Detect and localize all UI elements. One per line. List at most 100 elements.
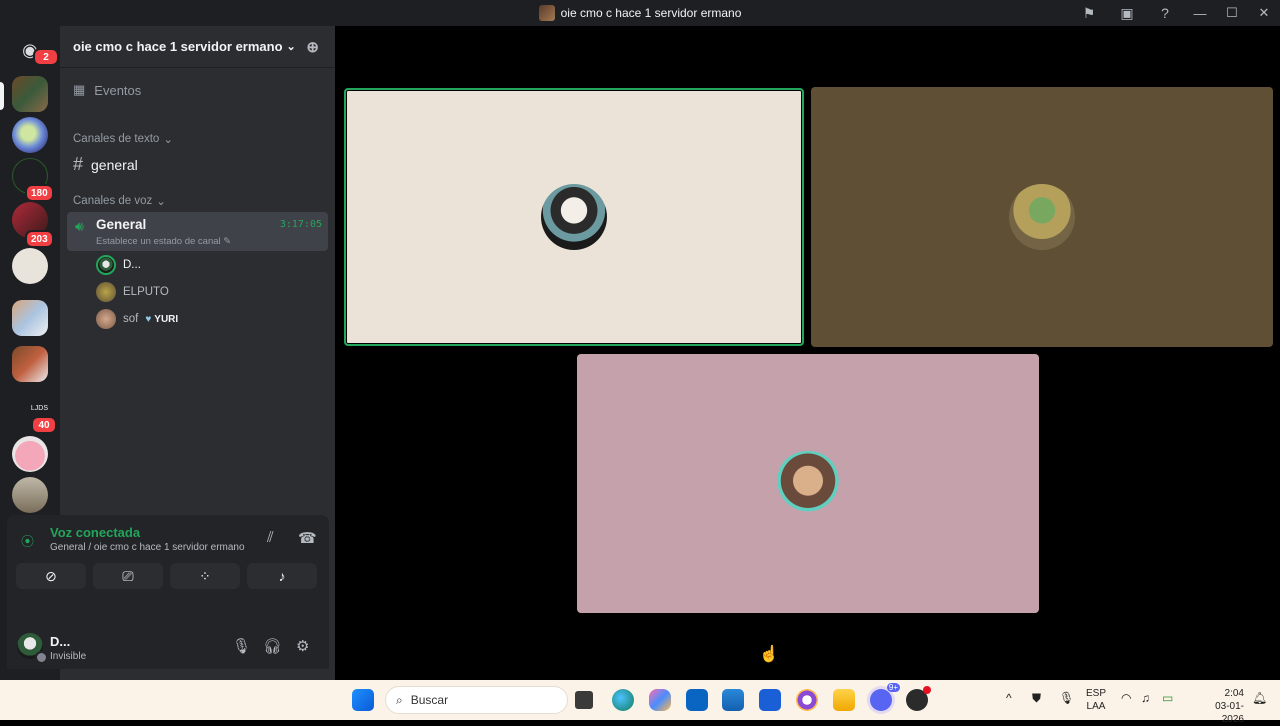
layout-code: LAA bbox=[1086, 701, 1106, 712]
activities-icon: ⁘ bbox=[199, 567, 211, 584]
voice-channel-name: General bbox=[96, 217, 147, 232]
disconnect-icon[interactable]: ☎ bbox=[298, 529, 317, 547]
chevron-down-icon: ⌄ bbox=[163, 134, 173, 146]
selected-server-pill bbox=[0, 82, 4, 110]
inbox-icon[interactable]: ▣ bbox=[1108, 0, 1146, 26]
participant-tile[interactable] bbox=[344, 88, 804, 346]
participant-tile[interactable] bbox=[577, 354, 1039, 613]
microphone-tray-icon[interactable]: 🎙︎ bbox=[1059, 692, 1074, 705]
copilot-icon[interactable] bbox=[649, 689, 671, 711]
close-button[interactable]: ✕ bbox=[1248, 0, 1280, 26]
title-bar: oie cmo c hace 1 servidor ermano ⚑ ▣ ? —… bbox=[0, 0, 1280, 26]
events-item[interactable]: ▦ Eventos bbox=[73, 82, 141, 98]
window-title: oie cmo c hace 1 servidor ermano bbox=[560, 6, 742, 20]
store-icon[interactable] bbox=[722, 689, 744, 711]
call-timer: 3:17:05 bbox=[279, 219, 322, 230]
activities-button[interactable]: ⁘ bbox=[170, 563, 240, 589]
server-badge: 180 bbox=[25, 184, 54, 202]
search-placeholder: Buscar bbox=[410, 693, 449, 707]
soundboard-icon: ♪ bbox=[278, 568, 286, 584]
screen-share-icon: ⎚ bbox=[122, 567, 134, 584]
task-view-icon[interactable] bbox=[575, 691, 593, 709]
server-icon-current[interactable] bbox=[12, 76, 48, 112]
category-text-channels[interactable]: Canales de texto ⌄ bbox=[73, 132, 173, 146]
gear-icon[interactable]: ⚙ bbox=[296, 637, 309, 655]
screen-share-button[interactable]: ⎚ bbox=[93, 563, 163, 589]
voice-member[interactable]: D... bbox=[96, 255, 141, 275]
windows-start-icon[interactable] bbox=[352, 689, 374, 711]
obs-icon[interactable] bbox=[906, 686, 931, 711]
edge-icon[interactable] bbox=[612, 689, 634, 711]
chevron-down-icon: ⌄ bbox=[156, 196, 166, 208]
help-icon[interactable]: ? bbox=[1146, 0, 1184, 26]
calendar-icon: ▦ bbox=[73, 82, 86, 97]
headphones-icon[interactable]: 🎧︎ bbox=[263, 637, 282, 655]
participant-tile[interactable] bbox=[811, 87, 1273, 347]
avatar bbox=[96, 309, 116, 329]
server-icon-pig[interactable] bbox=[12, 436, 48, 472]
chevron-up-icon[interactable]: ^ bbox=[1006, 692, 1012, 705]
recording-dot bbox=[923, 686, 931, 694]
heart-icon: ♥ bbox=[145, 313, 152, 325]
voice-channel-general[interactable]: 🔊︎ General 3:17:05 Establece un estado d… bbox=[67, 212, 328, 251]
clock[interactable]: 2:04 03-01-2026 bbox=[1204, 687, 1244, 726]
security-icon[interactable]: ⛊ bbox=[1032, 692, 1041, 705]
noise-suppression-icon[interactable]: ⫽ bbox=[267, 529, 274, 546]
wifi-icon[interactable]: ◠ bbox=[1121, 692, 1131, 705]
voice-location[interactable]: General / oie cmo c hace 1 servidor erma… bbox=[50, 542, 245, 553]
category-label: Canales de texto bbox=[73, 133, 160, 145]
browser-icon[interactable] bbox=[796, 689, 818, 711]
server-header[interactable]: oie cmo c hace 1 servidor ermano ⌄ ⊕ bbox=[60, 26, 335, 68]
voice-member[interactable]: ELPUTO bbox=[96, 282, 169, 302]
member-name: sof bbox=[123, 313, 139, 325]
language-indicator[interactable]: ESP LAA bbox=[1086, 687, 1106, 713]
speaker-icon: 🔊︎ bbox=[75, 218, 84, 234]
taskbar-search-input[interactable]: ⌕ Buscar bbox=[385, 686, 568, 714]
quests-flag-icon[interactable]: ⚑ bbox=[1070, 0, 1108, 26]
hashtag-icon: # bbox=[73, 154, 84, 174]
outlook-icon[interactable] bbox=[686, 689, 708, 711]
discord-taskbar-icon[interactable]: 9+ bbox=[870, 683, 900, 711]
username[interactable]: D... bbox=[50, 634, 70, 649]
notifications-icon[interactable]: 🔔︎ bbox=[1252, 692, 1267, 705]
date: 03-01-2026 bbox=[1215, 701, 1244, 725]
server-label: LJDS bbox=[30, 404, 48, 412]
file-explorer-icon[interactable] bbox=[833, 689, 855, 711]
channel-status-input[interactable]: Establece un estado de canal ✎ bbox=[96, 236, 231, 247]
user-status: Invisible bbox=[50, 651, 87, 662]
server-name: oie cmo c hace 1 servidor ermano bbox=[73, 39, 283, 54]
invite-people-icon[interactable]: ⊕ bbox=[306, 38, 319, 56]
channel-status-text: Establece un estado de canal bbox=[96, 236, 221, 247]
signal-icon[interactable]: ⦿ bbox=[21, 531, 34, 550]
battery-icon[interactable]: ▭ bbox=[1162, 692, 1173, 705]
camera-off-button[interactable]: ⊘ bbox=[16, 563, 86, 589]
volume-icon[interactable]: ♫ bbox=[1141, 692, 1150, 705]
participant-avatar bbox=[775, 450, 841, 517]
lang-code: ESP bbox=[1086, 688, 1107, 699]
server-folder-icon[interactable] bbox=[12, 300, 48, 336]
server-icon-globe[interactable] bbox=[12, 117, 48, 153]
maximize-button[interactable]: ☐ bbox=[1216, 0, 1248, 26]
server-icon-stickers[interactable] bbox=[12, 248, 48, 284]
participant-avatar bbox=[1009, 184, 1075, 250]
home-badge: 2 bbox=[33, 48, 59, 66]
category-voice-channels[interactable]: Canales de voz ⌄ bbox=[73, 194, 166, 208]
voice-member[interactable]: sof ♥ YURI bbox=[96, 309, 178, 329]
voice-stage: ☝ bbox=[335, 26, 1280, 680]
taskbar-badge: 9+ bbox=[886, 683, 900, 692]
server-icon-room[interactable] bbox=[12, 477, 48, 513]
events-label: Eventos bbox=[94, 82, 142, 98]
mouse-cursor: ☝ bbox=[759, 646, 779, 663]
minimize-button[interactable]: — bbox=[1184, 0, 1216, 26]
taskbar: ⌕ Buscar 9+ ^ ⛊ 🎙︎ ESP LAA ◠ ♫ ▭ 2:04 03… bbox=[0, 680, 1280, 725]
channel-general[interactable]: # general bbox=[73, 154, 138, 175]
server-badge: 40 bbox=[31, 416, 57, 434]
server-badge: 203 bbox=[25, 230, 54, 248]
tag-label: YURI bbox=[154, 313, 179, 325]
voice-status[interactable]: Voz conectada bbox=[50, 525, 140, 540]
microphone-icon[interactable]: 🎙︎ bbox=[232, 637, 251, 655]
app-icon[interactable] bbox=[759, 689, 781, 711]
soundboard-button[interactable]: ♪ bbox=[247, 563, 317, 589]
member-tag: ♥ YURI bbox=[145, 314, 178, 325]
server-folder-icon[interactable] bbox=[12, 346, 48, 382]
